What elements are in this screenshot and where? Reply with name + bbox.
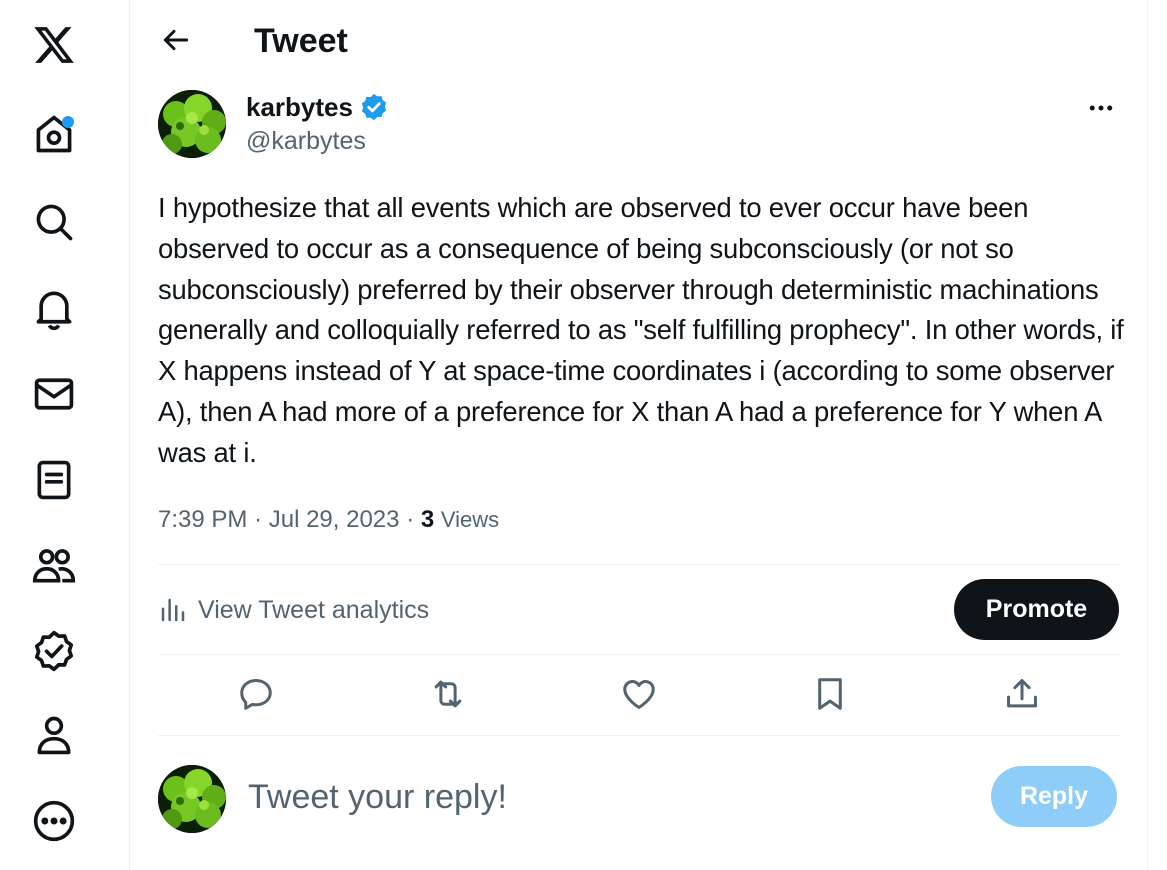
sidebar-item-verified[interactable] [26, 623, 82, 679]
current-user-avatar[interactable] [158, 765, 226, 833]
tweet-detail-column: Tweet karbytes @karbytes I hypothesize t… [130, 0, 1148, 870]
sidebar-nav [0, 0, 130, 870]
reply-button[interactable]: Reply [991, 766, 1117, 827]
author-handle[interactable]: @karbytes [246, 124, 366, 158]
sidebar-item-profile[interactable] [26, 707, 82, 763]
list-icon [37, 460, 71, 500]
communities-icon [32, 549, 76, 583]
author-name[interactable]: karbytes [246, 90, 353, 124]
author-name-row: karbytes [246, 90, 389, 124]
reply-input[interactable] [248, 770, 948, 824]
more-circle-icon [33, 800, 75, 842]
meta-separator: · [406, 506, 415, 533]
like-action-button[interactable] [617, 672, 661, 716]
views-count: 3 [420, 506, 435, 533]
retweet-icon [434, 680, 462, 708]
page-header: Tweet [130, 0, 1147, 82]
divider [158, 564, 1120, 565]
notification-dot [62, 116, 74, 128]
verified-badge-icon [34, 630, 74, 672]
analytics-icon [161, 598, 185, 622]
arrow-left-icon [163, 29, 189, 51]
sidebar-item-more[interactable] [26, 793, 82, 849]
sidebar-item-explore[interactable] [26, 194, 82, 250]
share-icon [1007, 679, 1037, 708]
bookmark-icon [818, 678, 842, 710]
bookmark-action-button[interactable] [808, 672, 852, 716]
tweet-time[interactable]: 7:39 PM [158, 506, 247, 533]
promote-button[interactable]: Promote [954, 579, 1119, 640]
divider [158, 654, 1120, 655]
share-action-button[interactable] [1000, 672, 1044, 716]
page-title: Tweet [254, 22, 348, 60]
more-horizontal-icon [1089, 105, 1113, 111]
tweet-meta: 7:39 PM · Jul 29, 2023 · 3 Views [158, 502, 499, 538]
tweet-date[interactable]: Jul 29, 2023 [269, 506, 400, 533]
divider [158, 735, 1120, 736]
sidebar-item-messages[interactable] [26, 366, 82, 422]
mail-icon [34, 378, 74, 410]
sidebar-item-notifications[interactable] [26, 280, 82, 336]
reply-icon [240, 679, 272, 710]
view-tweet-analytics-link[interactable]: View Tweet analytics [158, 590, 429, 630]
analytics-label: View Tweet analytics [198, 596, 430, 624]
meta-separator: · [254, 506, 263, 533]
verified-badge-icon[interactable] [359, 92, 389, 122]
profile-icon [37, 716, 71, 755]
sidebar-item-lists[interactable] [26, 452, 82, 508]
retweet-action-button[interactable] [426, 672, 470, 716]
back-button[interactable] [154, 18, 198, 62]
sidebar-item-communities[interactable] [26, 538, 82, 594]
like-icon [623, 680, 655, 709]
search-icon [36, 204, 73, 241]
author-avatar[interactable] [158, 90, 226, 158]
reply-action-button[interactable] [234, 672, 278, 716]
x-logo-icon[interactable] [26, 17, 82, 73]
sidebar-item-home[interactable] [26, 108, 82, 164]
bell-icon [36, 291, 72, 330]
tweet-text: I hypothesize that all events which are … [158, 192, 1124, 468]
more-options-button[interactable] [1081, 90, 1121, 126]
views-label: Views [440, 507, 500, 532]
